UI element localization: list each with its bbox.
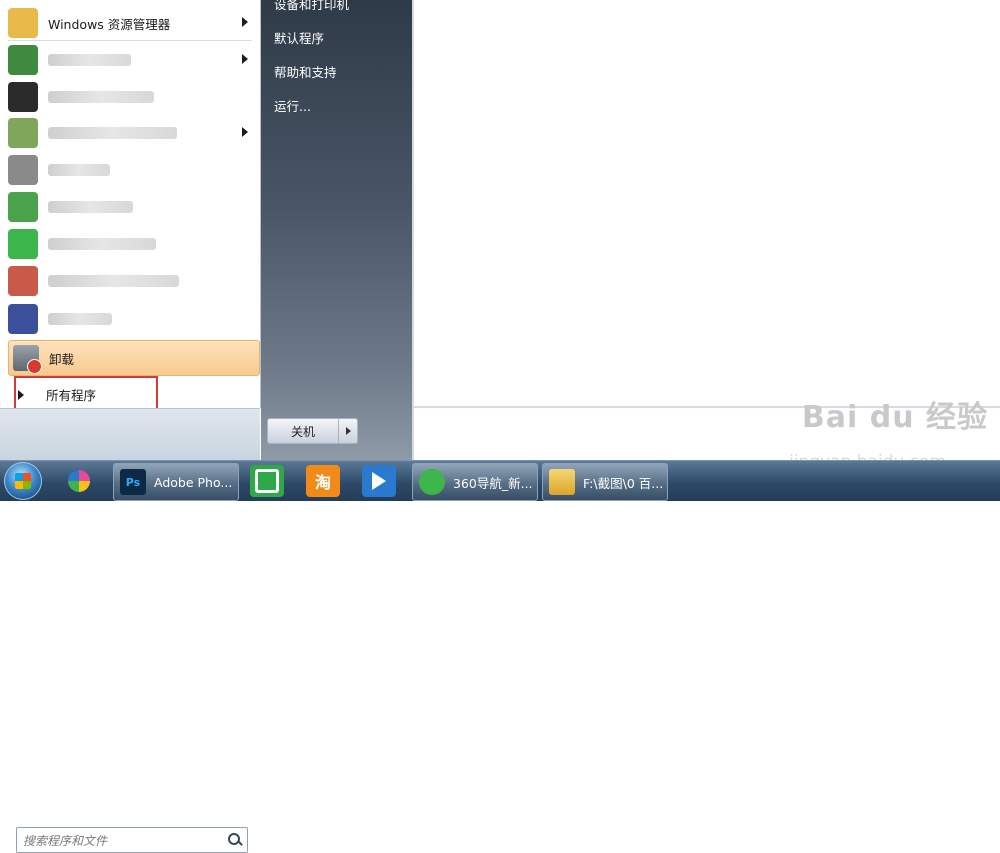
taskbar-folder-label: F:\截图\0 百... [583, 475, 664, 491]
program-label-redacted [48, 127, 177, 139]
pinwheel-icon [68, 470, 90, 492]
browser-icon [8, 192, 38, 222]
xunlei-icon [372, 472, 386, 490]
taskbar-photoshop-label: Adobe Pho... [154, 474, 233, 490]
program-label-redacted [48, 91, 154, 103]
shutdown-group: 关机 [267, 418, 359, 444]
program-item[interactable] [6, 153, 256, 187]
windows-logo-icon [15, 473, 31, 489]
uninstall-item[interactable]: 卸载 [8, 340, 260, 376]
help-support-link[interactable]: 帮助和支持 [274, 62, 337, 81]
program-item[interactable] [6, 302, 256, 336]
program-label-redacted [48, 201, 133, 213]
shutdown-options-button[interactable] [339, 418, 358, 444]
start-menu-search-area: 搜索程序和文件 [0, 408, 260, 853]
program-item[interactable] [6, 80, 256, 114]
taskbar-360-browser[interactable]: 360导航_新... [412, 463, 538, 501]
program-item[interactable] [6, 227, 256, 261]
shutdown-button[interactable]: 关机 [267, 418, 339, 444]
start-menu: Windows 资源管理器 卸载 所有程序 搜索程序和文件 设备和打印机 默认程… [0, 0, 413, 853]
program-label: Windows 资源管理器 [48, 16, 171, 32]
program-item[interactable] [6, 43, 256, 77]
pinned-app-taobao[interactable]: 淘 [306, 465, 340, 497]
360-browser-icon [419, 469, 445, 495]
search-placeholder: 搜索程序和文件 [23, 833, 108, 848]
qq-icon [8, 82, 38, 112]
program-label-redacted [48, 164, 110, 176]
submenu-arrow-icon[interactable] [242, 54, 248, 64]
run-link[interactable]: 运行... [274, 96, 311, 115]
default-programs-link[interactable]: 默认程序 [274, 28, 324, 47]
search-icon[interactable] [224, 830, 244, 850]
start-menu-right-pane: 设备和打印机 默认程序 帮助和支持 运行... 关机 [261, 0, 412, 460]
program-item[interactable] [6, 116, 256, 150]
app-icon [8, 45, 38, 75]
submenu-arrow-icon[interactable] [242, 127, 248, 137]
pinned-app-xunlei[interactable] [362, 465, 396, 497]
taskbar-photoshop[interactable]: Ps Adobe Pho... [113, 463, 239, 501]
program-item[interactable]: Windows 资源管理器 [6, 6, 256, 40]
app-icon [8, 266, 38, 296]
program-label-redacted [48, 238, 156, 250]
pinned-app-green[interactable] [250, 465, 284, 497]
all-programs-label: 所有程序 [46, 388, 97, 403]
green-app-icon [255, 469, 279, 493]
devices-printers-link[interactable]: 设备和打印机 [274, 0, 349, 13]
start-button[interactable] [4, 462, 42, 500]
program-item[interactable] [6, 190, 256, 224]
photoshop-icon: Ps [120, 469, 146, 495]
taskbar: Ps Adobe Pho... 淘 360导航_新... F:\截图\0 百..… [0, 460, 1000, 501]
shield-icon [8, 304, 38, 334]
taskbar-folder[interactable]: F:\截图\0 百... [542, 463, 668, 501]
arrow-right-icon [18, 389, 24, 400]
program-label-redacted [48, 54, 131, 66]
program-label-redacted [48, 313, 112, 325]
folder-icon [549, 469, 575, 495]
submenu-arrow-icon[interactable] [242, 17, 248, 27]
program-label-redacted [48, 275, 179, 287]
app-icon [8, 118, 38, 148]
app-icon [8, 155, 38, 185]
uninstall-icon [13, 345, 42, 374]
search-input[interactable]: 搜索程序和文件 [16, 827, 248, 853]
folder-explorer-icon [8, 8, 38, 38]
menu-divider [8, 40, 252, 41]
wechat-icon [8, 229, 38, 259]
uninstall-label: 卸载 [49, 351, 75, 367]
baidu-watermark: Bai du 经验 [801, 400, 988, 435]
pinned-app-pinwheel[interactable] [62, 465, 96, 497]
taskbar-browser-label: 360导航_新... [453, 475, 533, 491]
program-item[interactable] [6, 264, 256, 298]
taobao-icon: 淘 [314, 473, 331, 492]
